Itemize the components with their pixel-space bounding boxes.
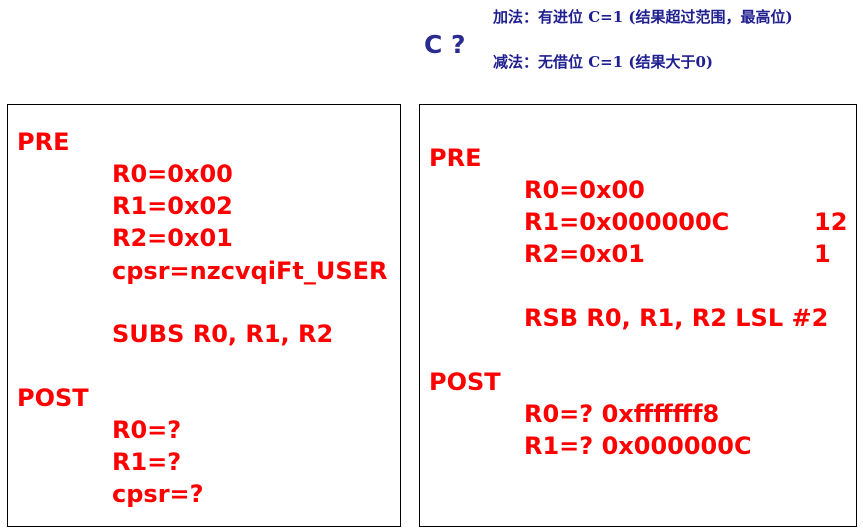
carry-flag-question: C ?	[424, 30, 466, 59]
rsb-example-panel: PRE R0=0x00 R1=0x000000C 12 R2=0x01 1 RS…	[419, 104, 857, 527]
left-post-r0: R0=?	[112, 416, 182, 444]
right-post-label: POST	[429, 368, 501, 396]
left-instruction: SUBS R0, R1, R2	[112, 320, 334, 348]
right-pre-r1: R1=0x000000C	[524, 208, 730, 236]
left-post-cpsr: cpsr=?	[112, 480, 204, 508]
left-pre-r1: R1=0x02	[112, 192, 233, 220]
right-instruction: RSB R0, R1, R2 LSL #2	[524, 304, 829, 332]
right-pre-r2: R2=0x01	[524, 240, 645, 268]
left-pre-r0: R0=0x00	[112, 160, 233, 188]
right-pre-label: PRE	[429, 144, 482, 172]
left-pre-cpsr: cpsr=nzcvqiFt_USER	[112, 257, 388, 285]
carry-rule-note: 加法：有进位 C=1 (结果超过范围，最高位)	[493, 8, 793, 26]
right-post-r1: R1=? 0x000000C	[524, 432, 752, 460]
left-post-r1: R1=?	[112, 448, 182, 476]
right-post-r0: R0=? 0xfffffff8	[524, 400, 720, 428]
left-pre-r2: R2=0x01	[112, 224, 233, 252]
right-pre-r0: R0=0x00	[524, 176, 645, 204]
left-pre-label: PRE	[17, 128, 70, 156]
left-post-label: POST	[17, 384, 89, 412]
right-r1-decimal: 12	[814, 208, 848, 236]
subs-example-panel: PRE R0=0x00 R1=0x02 R2=0x01 cpsr=nzcvqiF…	[7, 104, 401, 527]
borrow-rule-note: 减法：无借位 C=1 (结果大于0)	[493, 53, 714, 71]
right-r2-decimal: 1	[814, 240, 831, 268]
